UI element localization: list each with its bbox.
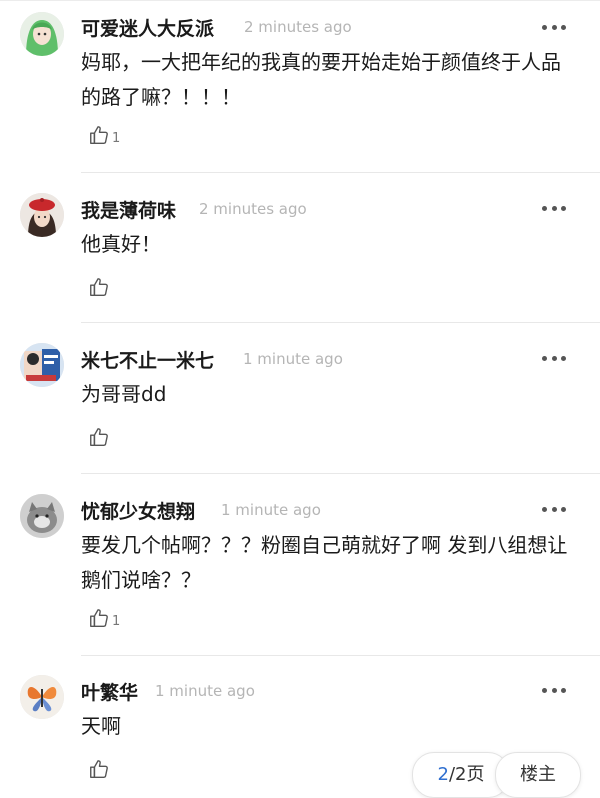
comment-time: 1 minute ago <box>221 501 321 519</box>
avatar[interactable] <box>20 12 64 56</box>
thumbs-up-icon <box>90 278 108 296</box>
more-dots-icon[interactable] <box>542 205 566 211</box>
more-dots-icon[interactable] <box>542 24 566 30</box>
comment-author[interactable]: 可爱迷人大反派 <box>81 14 214 41</box>
comment-author[interactable]: 我是薄荷味 <box>81 196 176 223</box>
comment-author[interactable]: 叶繁华 <box>81 678 138 705</box>
more-dots-icon[interactable] <box>542 506 566 512</box>
like-button[interactable] <box>88 426 112 448</box>
more-dots-icon[interactable] <box>542 687 566 693</box>
like-button[interactable] <box>88 758 112 780</box>
like-button[interactable]: 1 <box>88 607 120 629</box>
more-dots-icon[interactable] <box>542 355 566 361</box>
like-count: 1 <box>112 614 121 629</box>
comment-divider <box>81 172 600 173</box>
avatar[interactable] <box>20 675 64 719</box>
comment-time: 2 minutes ago <box>199 200 307 218</box>
like-button[interactable] <box>88 276 112 298</box>
comment-text: 为哥哥dd <box>81 382 167 406</box>
comment-text: 妈耶，一大把年纪的我真的要开始走始于颜值终于人品的路了嘛？！！！ <box>81 50 561 109</box>
avatar[interactable] <box>20 343 64 387</box>
like-button[interactable]: 1 <box>88 124 120 146</box>
comment-text: 要发几个帖啊？？？粉圈自己萌就好了啊 发到八组想让鹅们说啥？？ <box>81 533 568 592</box>
comment-text: 天啊 <box>81 714 121 738</box>
comment-author[interactable]: 米七不止一米七 <box>81 346 214 373</box>
avatar[interactable] <box>20 193 64 237</box>
comment-author[interactable]: 忧郁少女想翔 <box>81 497 195 524</box>
page-total-label: /2页 <box>448 764 485 785</box>
current-page: 2 <box>437 764 449 785</box>
top-divider <box>0 0 600 1</box>
like-count: 1 <box>112 131 121 146</box>
comment-time: 2 minutes ago <box>244 18 352 36</box>
comment-divider <box>81 473 600 474</box>
comment-text: 他真好！ <box>81 232 161 256</box>
thumbs-up-icon <box>90 760 108 778</box>
avatar[interactable] <box>20 494 64 538</box>
comment-divider <box>81 655 600 656</box>
thumbs-up-icon <box>90 126 108 144</box>
thumbs-up-icon <box>90 428 108 446</box>
comment-divider <box>81 322 600 323</box>
thumbs-up-icon <box>90 609 108 627</box>
comment-time: 1 minute ago <box>155 682 255 700</box>
comment-time: 1 minute ago <box>243 350 343 368</box>
owner-only-button[interactable]: 楼主 <box>495 752 581 798</box>
